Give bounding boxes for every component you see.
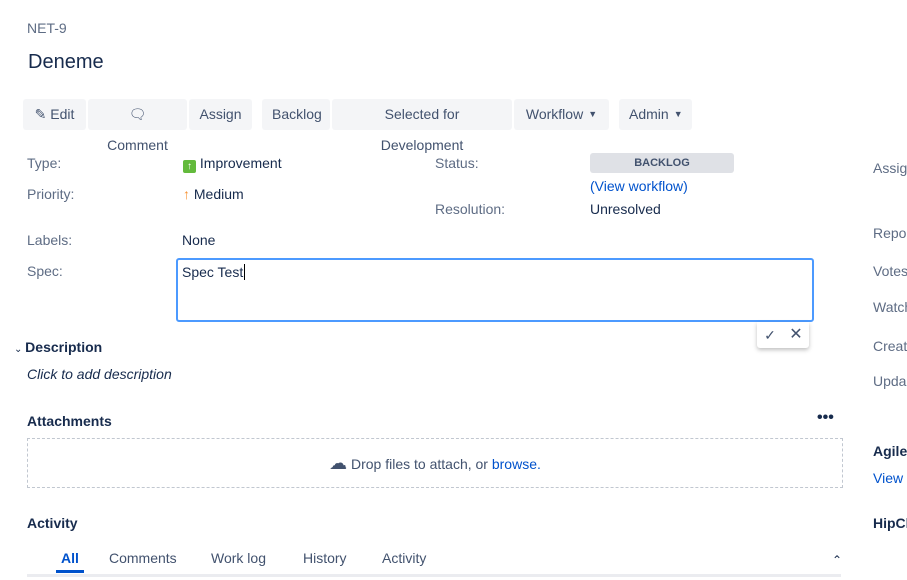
- activity-title: Activity: [27, 515, 78, 531]
- chevron-down-icon: ⌄: [14, 344, 26, 355]
- chevron-down-icon: ▼: [673, 109, 683, 119]
- reporter-label: Repo: [873, 225, 907, 241]
- status-badge[interactable]: BACKLOG: [590, 153, 734, 173]
- tab-history[interactable]: History: [303, 550, 347, 566]
- tab-activity[interactable]: Activity: [382, 550, 426, 566]
- pencil-icon: ✎: [34, 106, 47, 122]
- attachment-dropzone[interactable]: ☁ Drop files to attach, or browse.: [27, 438, 843, 488]
- edit-button[interactable]: ✎ Edit: [23, 99, 86, 130]
- selected-for-development-button[interactable]: Selected for Development: [332, 99, 512, 153]
- updated-label: Upda: [873, 373, 907, 389]
- tabs-divider: [27, 574, 841, 577]
- more-options-icon[interactable]: •••: [817, 409, 834, 427]
- attachments-title: Attachments: [27, 413, 112, 429]
- agile-view-link[interactable]: View: [873, 470, 903, 486]
- spec-input[interactable]: Spec Test: [176, 258, 814, 322]
- view-workflow-link[interactable]: (View workflow): [590, 178, 688, 194]
- admin-dropdown[interactable]: Admin ▼: [619, 99, 692, 130]
- issue-key[interactable]: NET-9: [27, 20, 67, 36]
- comment-icon: 🗨: [128, 106, 147, 122]
- description-toggle[interactable]: ⌄ Description: [14, 339, 102, 355]
- votes-label: Votes: [873, 263, 907, 279]
- agile-title: Agile: [873, 443, 907, 459]
- assignee-label: Assig: [873, 160, 907, 176]
- sort-chevron-up-icon[interactable]: ⌃: [832, 553, 842, 567]
- created-label: Creat: [873, 338, 907, 354]
- description-placeholder[interactable]: Click to add description: [27, 366, 172, 382]
- priority-value[interactable]: ↑ Medium: [183, 186, 244, 202]
- priority-medium-icon: ↑: [183, 186, 190, 202]
- cancel-close-icon[interactable]: ✕: [783, 322, 809, 348]
- cloud-upload-icon: ☁: [329, 453, 348, 473]
- status-label: Status:: [435, 155, 479, 171]
- spec-label: Spec:: [27, 263, 63, 279]
- improvement-icon: ↑: [183, 160, 196, 173]
- assign-button[interactable]: Assign: [189, 99, 252, 130]
- resolution-value: Unresolved: [590, 201, 661, 217]
- priority-label: Priority:: [27, 186, 75, 202]
- confirm-check-icon[interactable]: ✓: [757, 322, 783, 348]
- resolution-label: Resolution:: [435, 201, 506, 217]
- tab-all[interactable]: All: [56, 550, 84, 573]
- labels-value[interactable]: None: [182, 232, 215, 248]
- workflow-dropdown[interactable]: Workflow ▼: [514, 99, 609, 130]
- type-value[interactable]: ↑ Improvement: [183, 155, 282, 173]
- comment-button[interactable]: 🗨 Comment: [88, 99, 187, 153]
- tab-work-log[interactable]: Work log: [211, 550, 266, 566]
- watchers-label: Watch: [873, 299, 907, 315]
- chevron-down-icon: ▼: [588, 109, 598, 119]
- hipchat-title: HipCl: [873, 515, 907, 531]
- type-label: Type:: [27, 155, 62, 171]
- backlog-button[interactable]: Backlog: [262, 99, 330, 130]
- tab-comments[interactable]: Comments: [109, 550, 177, 566]
- browse-link[interactable]: browse.: [492, 456, 541, 472]
- issue-title[interactable]: Deneme: [28, 51, 104, 74]
- labels-label: Labels:: [27, 232, 73, 248]
